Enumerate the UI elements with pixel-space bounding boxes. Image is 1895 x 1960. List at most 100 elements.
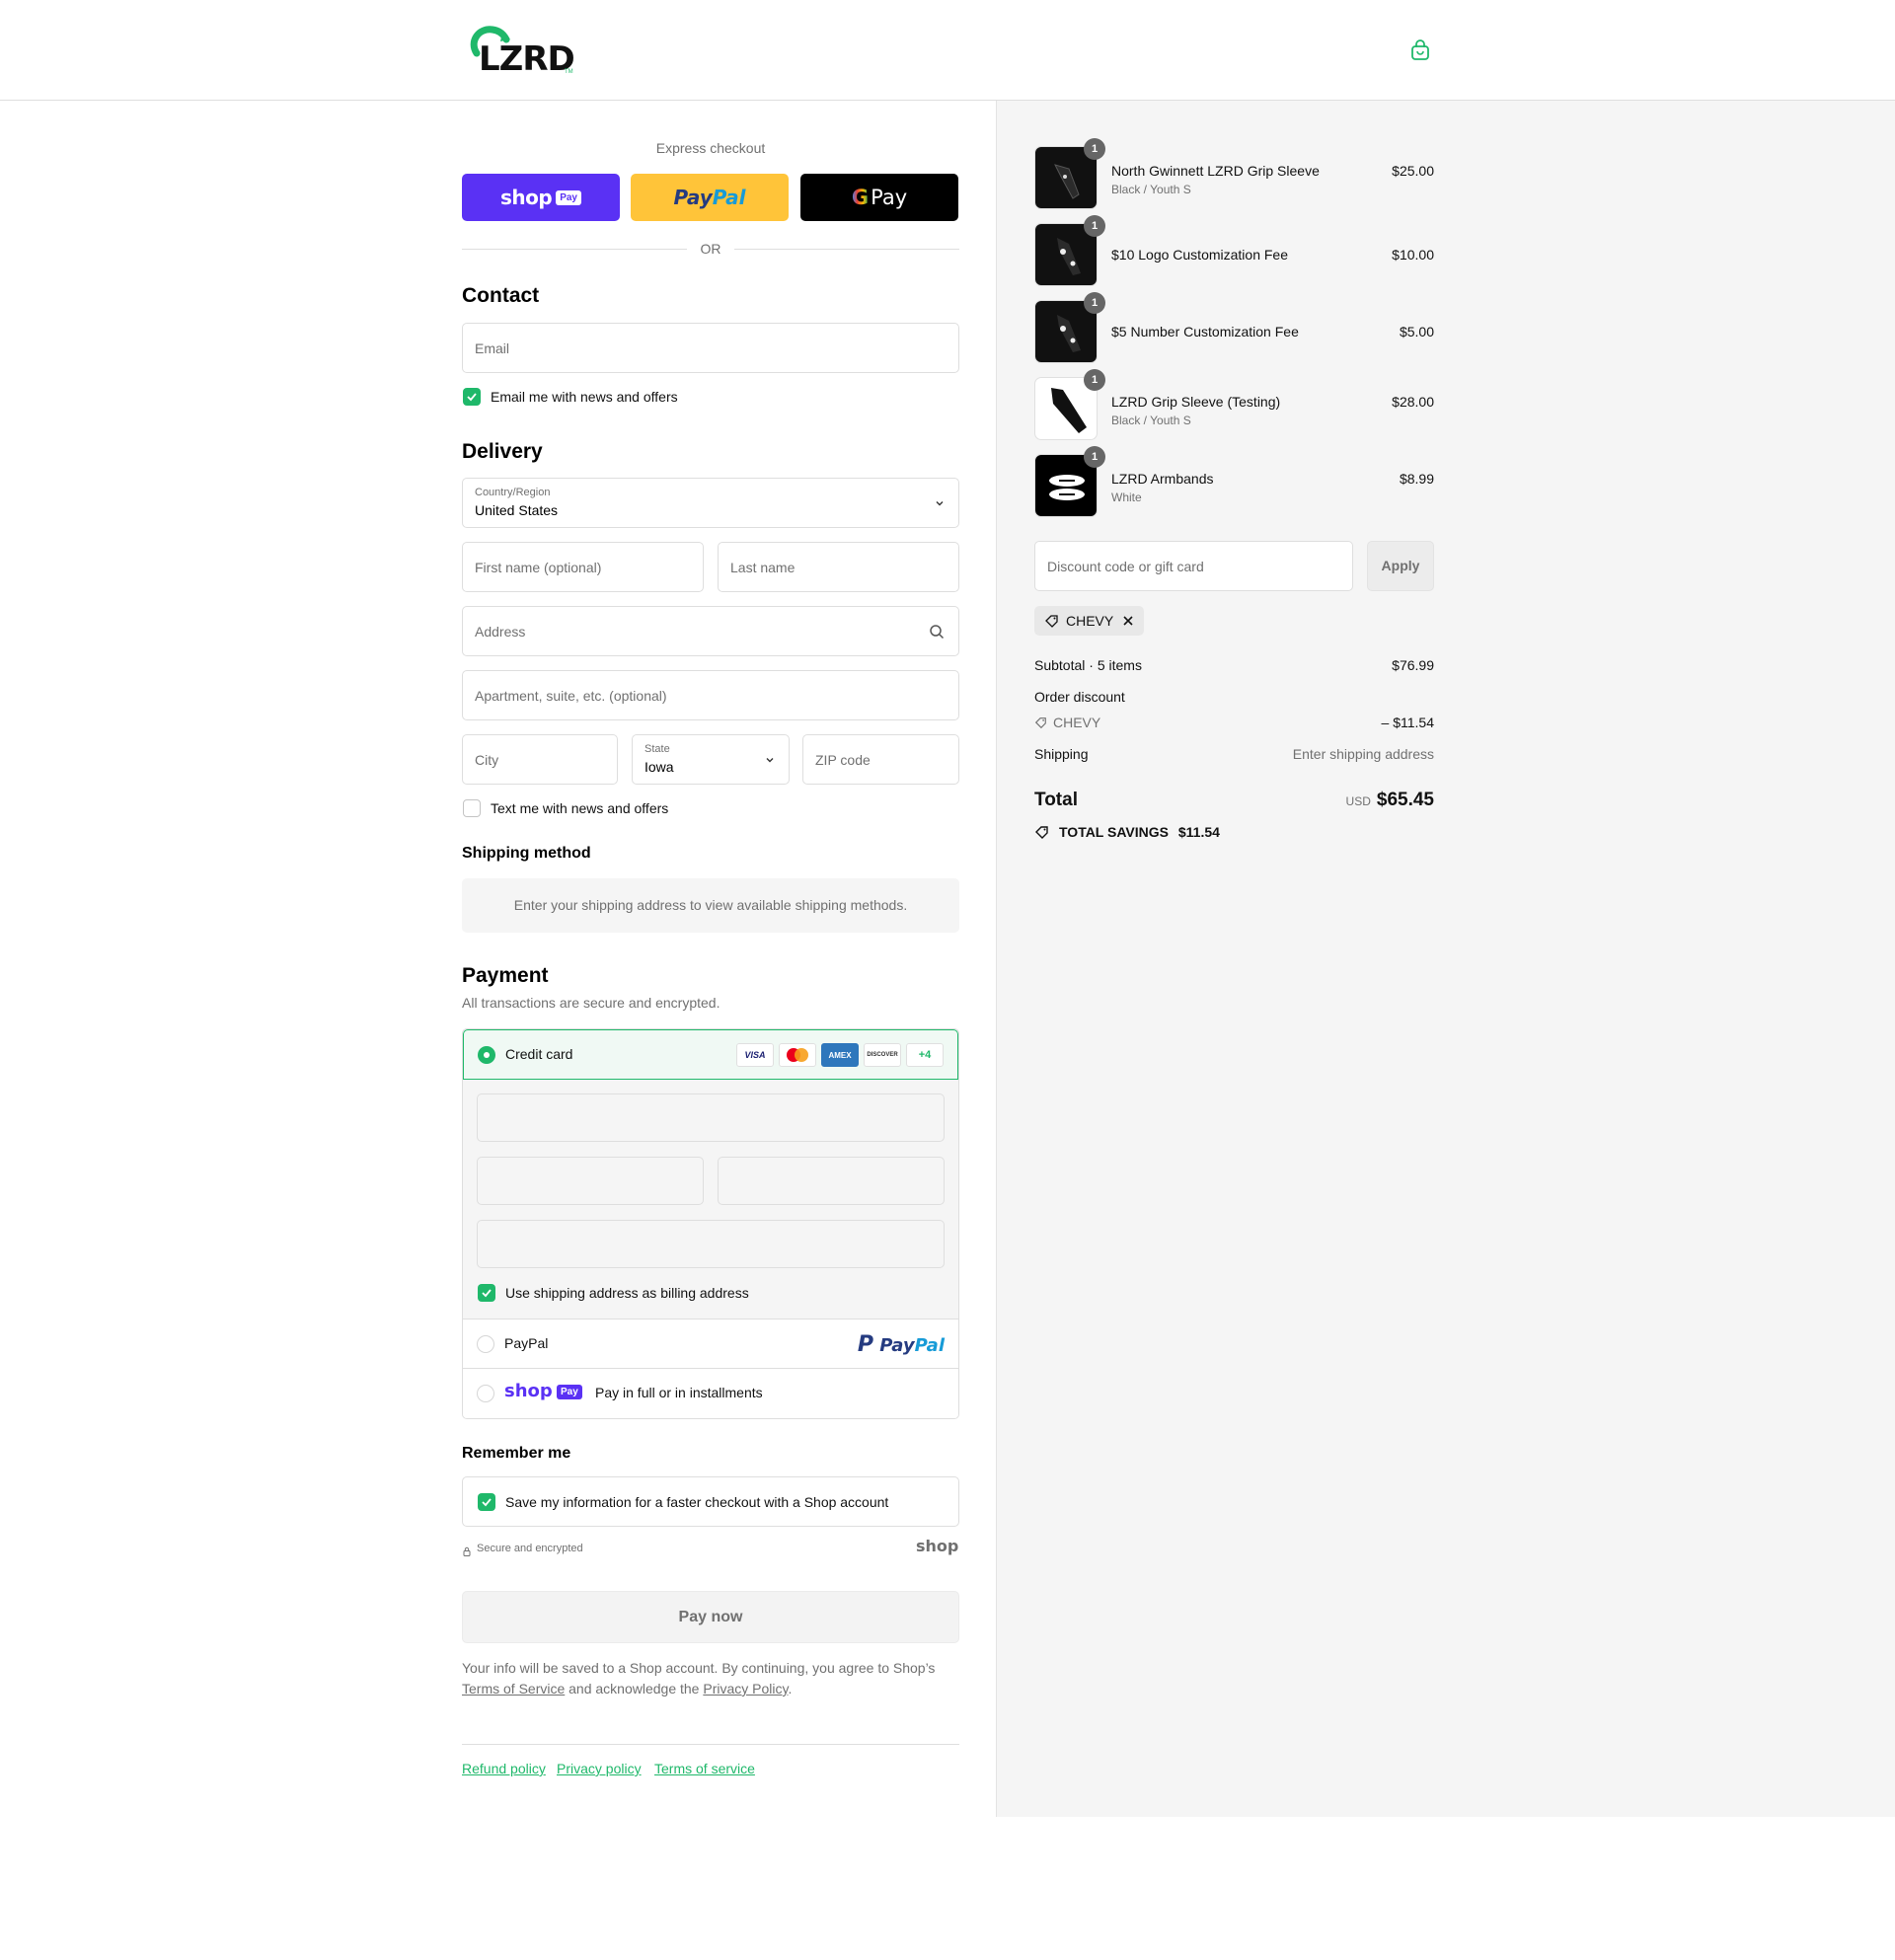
item-price: $28.00 [1392, 394, 1434, 410]
shop-pay-logo: shop [504, 1381, 553, 1401]
country-select[interactable]: Country/Region United States [462, 478, 959, 528]
text-news-checkbox[interactable] [463, 799, 481, 817]
tag-icon [1045, 615, 1058, 628]
close-icon[interactable] [1122, 615, 1134, 627]
state-select[interactable]: State Iowa [632, 734, 790, 785]
refund-policy-link[interactable]: Refund policy [462, 1761, 546, 1776]
contact-heading: Contact [462, 284, 540, 307]
applied-code-chip: CHEVY [1034, 606, 1144, 636]
paypal-logo: P PayPal [857, 1332, 945, 1357]
discount-code-row: CHEVY – $11.54 [1034, 715, 1434, 730]
card-name-field[interactable] [477, 1220, 945, 1268]
discover-icon: DISCOVER [864, 1043, 901, 1067]
remember-me-heading: Remember me [462, 1445, 571, 1462]
apartment-field[interactable]: Apartment, suite, etc. (optional) [462, 670, 959, 720]
paypal-logo: PayPal [673, 186, 746, 209]
google-pay-button[interactable]: G Pay [800, 174, 958, 221]
billing-address-label: Use shipping address as billing address [505, 1285, 749, 1301]
lzrd-logo[interactable]: LZRD TM [467, 24, 575, 79]
payment-heading: Payment [462, 964, 549, 987]
search-icon [930, 625, 945, 640]
payment-subtitle: All transactions are secure and encrypte… [462, 995, 720, 1011]
card-cvv-field[interactable] [718, 1157, 945, 1205]
paypal-option[interactable]: PayPal P PayPal [463, 1319, 958, 1369]
google-g-icon: G [851, 186, 870, 209]
save-info-checkbox[interactable] [478, 1493, 495, 1511]
item-price: $8.99 [1399, 471, 1434, 487]
footer-privacy-link[interactable]: Privacy policy [557, 1761, 642, 1776]
shop-pay-button[interactable]: shop Pay [462, 174, 620, 221]
save-info-label: Save my information for a faster checkou… [505, 1494, 889, 1510]
apply-discount-button[interactable]: Apply [1367, 541, 1434, 591]
item-name: North Gwinnett LZRD Grip Sleeve [1111, 163, 1320, 179]
legal-text: Your info will be saved to a Shop accoun… [462, 1660, 936, 1696]
shop-logo: shop [916, 1537, 959, 1555]
email-field[interactable]: Email [462, 323, 959, 373]
discount-code-field[interactable]: Discount code or gift card [1034, 541, 1353, 591]
checkout-header: LZRD TM [0, 0, 1895, 101]
card-number-field[interactable] [477, 1093, 945, 1142]
tag-icon [1034, 717, 1046, 729]
paypal-label: PayPal [504, 1335, 549, 1351]
total-amount: $65.45 [1376, 790, 1434, 810]
credit-card-option[interactable]: Credit card VISA AMEX DISCOVER +4 [463, 1029, 958, 1080]
shopping-bag-icon[interactable] [1409, 39, 1431, 61]
shop-pay-radio[interactable] [477, 1385, 494, 1402]
subtotal-row: Subtotal · 5 items $76.99 [1034, 657, 1434, 673]
credit-card-radio[interactable] [478, 1046, 495, 1064]
visa-icon: VISA [736, 1043, 774, 1067]
or-divider: OR [462, 239, 959, 259]
item-variant: White [1111, 490, 1142, 504]
privacy-policy-link[interactable]: Privacy Policy [703, 1681, 788, 1696]
applied-code-text: CHEVY [1066, 613, 1114, 629]
last-name-field[interactable]: Last name [718, 542, 959, 592]
quantity-badge: 1 [1084, 215, 1105, 237]
line-item: 1 LZRD Armbands White $8.99 [1034, 446, 1434, 517]
line-item: 1 $5 Number Customization Fee $5.00 [1034, 292, 1434, 363]
shipping-method-message: Enter your shipping address to view avai… [462, 878, 959, 933]
card-expiry-field[interactable] [477, 1157, 704, 1205]
payment-methods: Credit card VISA AMEX DISCOVER +4 Use sh… [462, 1028, 959, 1419]
paypal-radio[interactable] [477, 1335, 494, 1353]
item-name: LZRD Armbands [1111, 471, 1214, 487]
line-item: 1 LZRD Grip Sleeve (Testing) Black / You… [1034, 369, 1434, 440]
item-variant: Black / Youth S [1111, 183, 1191, 196]
more-cards-badge: +4 [906, 1043, 944, 1067]
secure-label: Secure and encrypted [477, 1543, 583, 1554]
quantity-badge: 1 [1084, 369, 1105, 391]
pay-now-button[interactable]: Pay now [462, 1591, 959, 1643]
logo-text: LZRD [479, 39, 575, 79]
amex-icon: AMEX [821, 1043, 859, 1067]
total-savings-row: TOTAL SAVINGS $11.54 [1034, 824, 1434, 840]
quantity-badge: 1 [1084, 446, 1105, 468]
tag-icon [1035, 826, 1048, 839]
express-checkout-title: Express checkout [655, 140, 766, 156]
item-name: $5 Number Customization Fee [1111, 324, 1299, 339]
line-item: 1 North Gwinnett LZRD Grip Sleeve Black … [1034, 138, 1434, 209]
email-news-label: Email me with news and offers [491, 389, 678, 405]
shop-pay-word: shop [500, 186, 553, 209]
item-price: $5.00 [1399, 324, 1434, 339]
billing-address-checkbox[interactable] [478, 1284, 495, 1302]
delivery-heading: Delivery [462, 440, 543, 463]
shop-pay-option[interactable]: shop Pay Pay in full or in installments [463, 1369, 958, 1418]
lock-icon [462, 1544, 472, 1556]
shop-pay-pill: Pay [557, 1385, 582, 1399]
chevron-down-icon [766, 758, 774, 763]
quantity-badge: 1 [1084, 292, 1105, 314]
currency-label: USD [1345, 794, 1371, 808]
first-name-field[interactable]: First name (optional) [462, 542, 704, 592]
shop-pay-label: Pay in full or in installments [595, 1385, 763, 1400]
email-news-checkbox[interactable] [463, 388, 481, 406]
address-field[interactable]: Address [462, 606, 959, 656]
paypal-button[interactable]: PayPal [631, 174, 789, 221]
footer-terms-link[interactable]: Terms of service [654, 1761, 755, 1776]
credit-card-label: Credit card [505, 1046, 573, 1062]
credit-card-form: Use shipping address as billing address [463, 1080, 958, 1319]
item-price: $25.00 [1392, 163, 1434, 179]
item-name: $10 Logo Customization Fee [1111, 247, 1288, 263]
city-field[interactable]: City [462, 734, 618, 785]
footer-divider [462, 1744, 959, 1745]
zip-field[interactable]: ZIP code [802, 734, 959, 785]
terms-of-service-link[interactable]: Terms of Service [462, 1681, 565, 1696]
